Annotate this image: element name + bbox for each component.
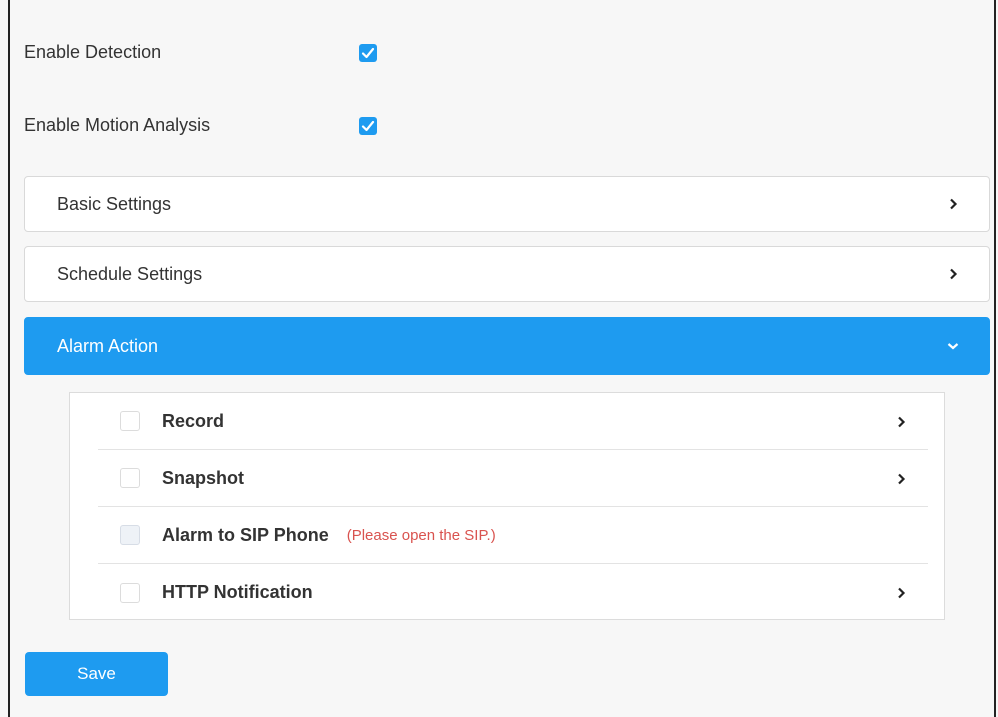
- basic-settings-label: Basic Settings: [57, 193, 172, 214]
- record-checkbox[interactable]: [120, 411, 140, 431]
- schedule-settings-panel[interactable]: Schedule Settings: [24, 246, 990, 302]
- chevron-right-icon[interactable]: [896, 586, 906, 604]
- http-notification-checkbox[interactable]: [120, 582, 140, 603]
- alarm-to-sip-checkbox: [120, 525, 140, 545]
- check-icon: [361, 120, 375, 132]
- alarm-to-sip-label: Alarm to SIP Phone: [162, 524, 329, 545]
- save-button[interactable]: Save: [25, 652, 168, 696]
- basic-settings-panel[interactable]: Basic Settings: [24, 176, 990, 232]
- record-label: Record: [162, 410, 225, 431]
- snapshot-checkbox[interactable]: [120, 468, 140, 488]
- alarm-to-sip-row: Alarm to SIP Phone (Please open the SIP.…: [98, 507, 928, 564]
- snapshot-row[interactable]: Snapshot: [98, 450, 928, 507]
- enable-detection-checkbox[interactable]: [359, 44, 377, 62]
- chevron-right-icon[interactable]: [896, 472, 906, 490]
- check-icon: [361, 47, 375, 59]
- alarm-action-panel[interactable]: Alarm Action: [24, 317, 990, 375]
- enable-detection-label: Enable Detection: [24, 42, 162, 62]
- alarm-action-options: Record Snapshot Alarm to SIP Phone (Plea…: [69, 392, 945, 620]
- chevron-right-icon: [947, 198, 959, 210]
- http-notification-label: HTTP Notification: [162, 582, 313, 602]
- chevron-right-icon: [947, 268, 959, 280]
- http-notification-row[interactable]: HTTP Notification: [98, 564, 928, 621]
- record-row[interactable]: Record: [98, 393, 928, 450]
- chevron-down-icon: [947, 340, 959, 352]
- schedule-settings-label: Schedule Settings: [57, 263, 203, 284]
- alarm-action-label: Alarm Action: [57, 335, 159, 356]
- enable-motion-analysis-checkbox[interactable]: [359, 117, 377, 135]
- snapshot-label: Snapshot: [162, 467, 245, 488]
- chevron-right-icon[interactable]: [896, 415, 906, 433]
- enable-motion-analysis-label: Enable Motion Analysis: [24, 115, 211, 135]
- sip-warning-note: (Please open the SIP.): [346, 526, 496, 544]
